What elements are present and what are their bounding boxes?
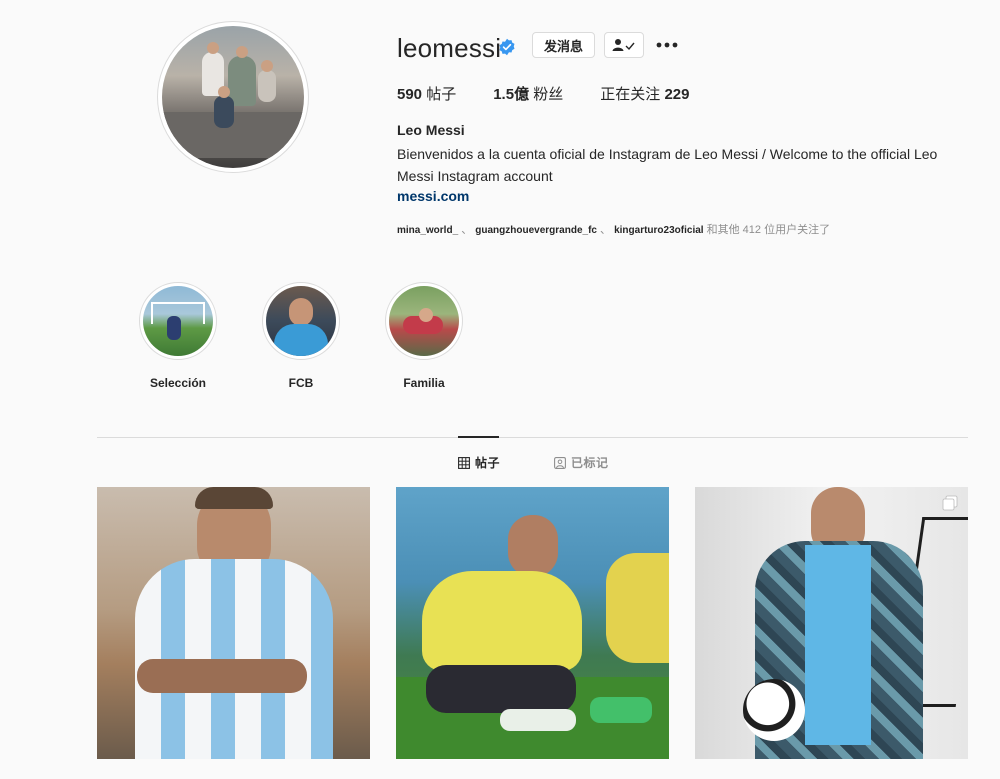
followers-count: 1.5億	[493, 86, 530, 103]
avatar-head	[207, 42, 219, 54]
follower-username[interactable]: mina_world_	[397, 225, 458, 236]
followers-label: 粉丝	[533, 86, 564, 103]
tabs-divider	[97, 437, 968, 438]
highlight-familia[interactable]: Familia	[385, 282, 463, 390]
grid-icon	[458, 456, 470, 469]
avatar-figure	[214, 96, 234, 128]
avatar-image	[162, 26, 304, 168]
person-check-icon	[612, 39, 635, 51]
jersey-shape	[274, 324, 328, 356]
highlight-ring	[385, 282, 463, 360]
website-link[interactable]: messi.com	[397, 188, 469, 204]
highlight-label: Selección	[149, 376, 207, 390]
following-label: 正在关注	[600, 86, 661, 103]
following-count: 229	[664, 86, 690, 103]
tshirt-shape	[805, 545, 871, 745]
avatar-head	[218, 86, 230, 98]
followed-by[interactable]: mina_world_ 、 guangzhouevergrande_fc 、 k…	[397, 221, 830, 237]
face-shape	[508, 515, 558, 577]
posts-count: 590	[397, 86, 423, 103]
highlight-cover	[143, 286, 213, 356]
follower-username[interactable]: kingarturo23oficial	[614, 225, 703, 236]
post-thumbnail[interactable]	[97, 487, 370, 759]
posts-stat: 590 帖子	[397, 83, 456, 104]
full-name: Leo Messi	[397, 122, 465, 138]
active-tab-indicator	[458, 436, 499, 438]
arms-shape	[137, 659, 307, 693]
separator: 、	[461, 224, 473, 236]
post-thumbnail[interactable]	[695, 487, 968, 759]
avatar-head	[261, 60, 273, 72]
more-options-button[interactable]	[654, 33, 680, 57]
highlight-ring	[262, 282, 340, 360]
post-thumbnail[interactable]	[396, 487, 669, 759]
carousel-icon	[942, 495, 958, 511]
face-shape	[419, 308, 433, 322]
following-stat[interactable]: 正在关注 229	[600, 83, 689, 104]
highlight-fcb[interactable]: FCB	[262, 282, 340, 390]
bio-text: Bienvenidos a la cuenta oficial de Insta…	[397, 146, 938, 184]
shirt-shape	[422, 571, 582, 671]
verified-badge-icon	[499, 38, 515, 56]
tab-tagged[interactable]: 已标记	[554, 454, 609, 471]
shorts-shape	[426, 665, 576, 713]
highlight-label: FCB	[288, 376, 314, 390]
followed-by-suffix: 和其他 412 位用户关注了	[706, 224, 831, 236]
posts-label: 帖子	[426, 86, 457, 103]
face-shape	[289, 298, 313, 326]
username: leomessi	[397, 33, 502, 63]
avatar-head	[236, 46, 248, 58]
more-dots-icon	[656, 42, 678, 48]
boot-shape	[590, 697, 652, 723]
profile-avatar[interactable]	[157, 21, 309, 173]
separator: 、	[600, 224, 612, 236]
tab-posts[interactable]: 帖子	[458, 454, 500, 471]
tab-label: 已标记	[571, 456, 609, 470]
tab-label: 帖子	[475, 456, 501, 470]
profile-stats: 590 帖子 1.5億 粉丝 正在关注 229	[397, 83, 726, 104]
highlight-label: Familia	[403, 376, 445, 390]
boot-shape	[500, 709, 576, 731]
player-figure	[167, 316, 181, 340]
message-button[interactable]: 发消息	[532, 32, 595, 58]
following-dropdown-button[interactable]	[604, 32, 644, 58]
follower-username[interactable]: guangzhouevergrande_fc	[475, 225, 597, 236]
highlight-cover	[389, 286, 459, 356]
highlight-ring	[139, 282, 217, 360]
soccer-ball-shape	[743, 679, 805, 741]
teammate-shape	[606, 553, 669, 663]
tagged-icon	[554, 456, 566, 469]
avatar-figure	[258, 70, 276, 102]
highlight-seleccion[interactable]: Selección	[139, 282, 217, 390]
hair-shape	[195, 487, 273, 509]
followers-stat[interactable]: 1.5億 粉丝	[493, 83, 563, 104]
highlight-cover	[266, 286, 336, 356]
